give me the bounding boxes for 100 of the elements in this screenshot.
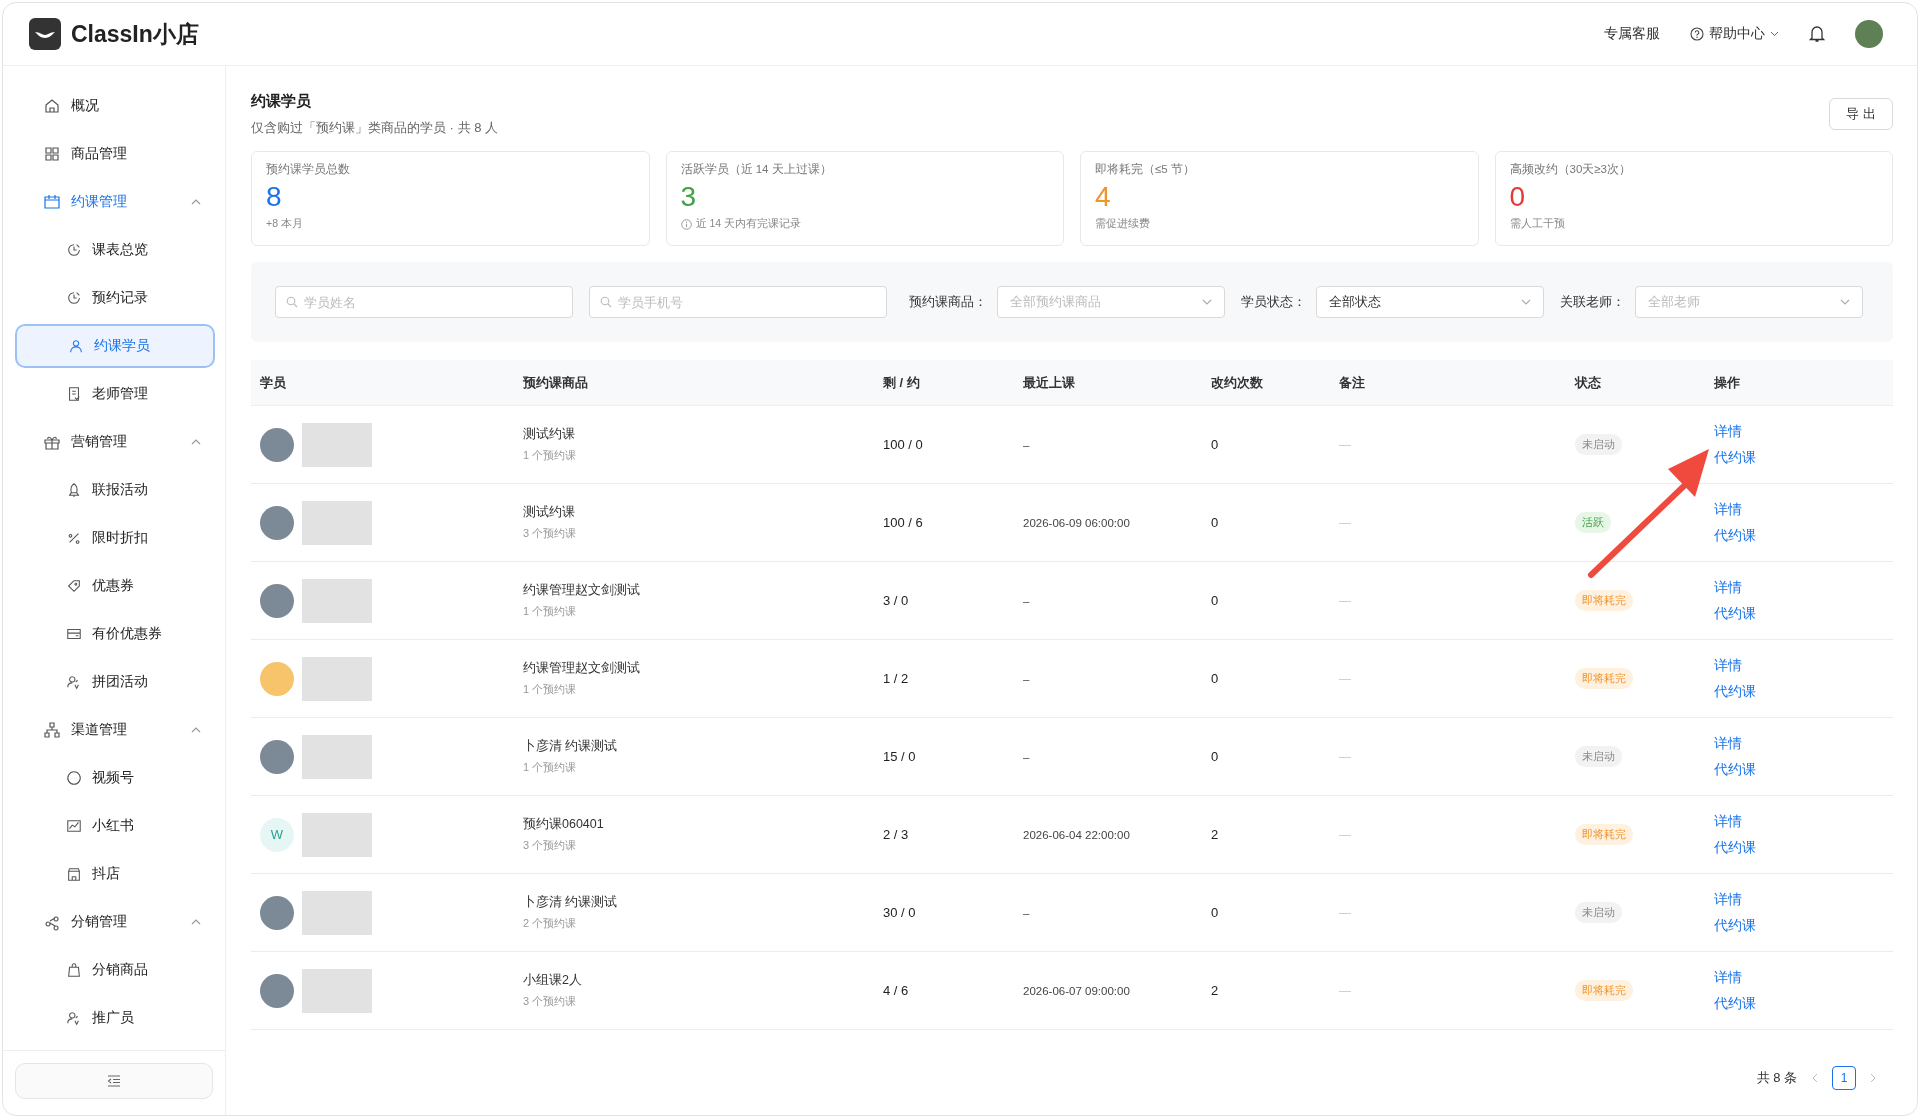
redaction-block — [302, 734, 372, 779]
action-link[interactable]: 详情 — [1714, 578, 1742, 597]
action-link[interactable]: 代约课 — [1714, 448, 1756, 467]
nav-item[interactable]: 预约记录 — [15, 276, 215, 320]
action-link[interactable]: 代约课 — [1714, 916, 1756, 935]
product-name: 预约课060401 — [523, 816, 604, 833]
nav-item[interactable]: 课表总览 — [15, 228, 215, 272]
chevron-down-icon — [1202, 299, 1212, 305]
reschedule-count: 2 — [1211, 983, 1219, 998]
last-class-time: – — [1023, 750, 1030, 763]
bell-icon[interactable] — [1809, 25, 1825, 43]
action-link[interactable]: 代约课 — [1714, 682, 1756, 701]
nav-item[interactable]: 联报活动 — [15, 468, 215, 512]
remark-text: — — [1339, 593, 1351, 608]
chevron-left-icon[interactable] — [1811, 1073, 1818, 1083]
customer-service-link[interactable]: 专属客服 — [1604, 25, 1660, 43]
filter-label: 关联老师： — [1560, 293, 1625, 311]
product-name: 卜彦清 约课测试 — [523, 738, 618, 755]
brand-name: ClassIn小店 — [71, 19, 199, 49]
dropdown-select[interactable]: 全部状态 — [1316, 286, 1544, 318]
reschedule-count: 2 — [1211, 827, 1219, 842]
action-link[interactable]: 详情 — [1714, 812, 1742, 831]
column-header: 操作 — [1713, 373, 1741, 392]
help-center-link[interactable]: 帮助中心 — [1690, 25, 1779, 43]
user-avatar[interactable] — [1855, 20, 1883, 48]
stat-value: 8 — [266, 180, 283, 214]
page-button[interactable]: 1 — [1832, 1066, 1856, 1090]
nav-group[interactable]: 营销管理 — [15, 420, 215, 464]
column-header: 改约次数 — [1210, 373, 1264, 392]
status-tag: 活跃 — [1575, 512, 1611, 533]
nav-item[interactable]: 约课学员 — [15, 324, 215, 368]
remark-text: — — [1339, 515, 1351, 530]
nav-item[interactable]: 抖店 — [15, 852, 215, 896]
action-link[interactable]: 详情 — [1714, 500, 1742, 519]
nav-icon — [66, 866, 82, 882]
nav-item[interactable]: 限时折扣 — [15, 516, 215, 560]
export-button[interactable]: 导 出 — [1829, 98, 1893, 130]
stat-note: 需人工干预 — [1509, 217, 1565, 231]
nav-item[interactable]: 拼团活动 — [15, 660, 215, 704]
action-link[interactable]: 代约课 — [1714, 994, 1756, 1013]
stat-value: 3 — [680, 180, 698, 214]
chevron-right-icon[interactable] — [1870, 1073, 1877, 1083]
stat-value: 4 — [1095, 180, 1112, 214]
remaining-booked: 100 / 0 — [883, 437, 923, 452]
last-class-time: 2026-06-09 06:00:00 — [1023, 516, 1130, 529]
question-circle-icon — [1690, 27, 1704, 41]
reschedule-count: 0 — [1211, 437, 1219, 452]
redaction-block — [302, 968, 372, 1013]
action-link[interactable]: 代约课 — [1714, 838, 1756, 857]
nav-item[interactable]: 分销商品 — [15, 948, 215, 992]
nav-group[interactable]: 渠道管理 — [15, 708, 215, 752]
nav-item[interactable]: 视频号 — [15, 756, 215, 800]
product-count: 3 个预约课 — [523, 526, 577, 541]
nav-icon — [66, 482, 82, 498]
nav-item[interactable]: 优惠券 — [15, 564, 215, 608]
nav-item[interactable]: 商品管理 — [15, 132, 215, 176]
nav-icon — [66, 626, 82, 642]
product-count: 3 个预约课 — [523, 994, 577, 1009]
action-link[interactable]: 代约课 — [1714, 604, 1756, 623]
status-tag: 即将耗完 — [1575, 668, 1633, 689]
product-count: 1 个预约课 — [523, 448, 577, 463]
reschedule-count: 0 — [1211, 749, 1219, 764]
action-link[interactable]: 代约课 — [1714, 526, 1756, 545]
action-link[interactable]: 详情 — [1714, 890, 1742, 909]
status-tag: 未启动 — [1575, 902, 1622, 923]
remaining-booked: 4 / 6 — [883, 983, 909, 998]
nav-item[interactable]: 概况 — [15, 84, 215, 128]
stat-note: +8 本月 — [266, 217, 303, 231]
product-name: 卜彦清 约课测试 — [523, 894, 618, 911]
reschedule-count: 0 — [1211, 671, 1219, 686]
filter-label: 预约课商品： — [909, 293, 987, 311]
redaction-block — [302, 890, 372, 935]
stat-label: 高频改约（30天≥3次） — [1509, 162, 1632, 177]
action-link[interactable]: 详情 — [1714, 734, 1742, 753]
nav-icon — [66, 578, 82, 594]
action-link[interactable]: 详情 — [1714, 656, 1742, 675]
last-class-time: 2026-06-07 09:00:00 — [1023, 984, 1130, 997]
redaction-block — [302, 578, 372, 623]
action-link[interactable]: 详情 — [1714, 968, 1742, 987]
search-field[interactable]: 学员姓名 — [275, 286, 573, 318]
redaction-block — [302, 656, 372, 701]
nav-item[interactable]: 老师管理 — [15, 372, 215, 416]
nav-item[interactable]: 小红书 — [15, 804, 215, 848]
product-count: 1 个预约课 — [523, 760, 577, 775]
search-field[interactable]: 学员手机号 — [589, 286, 887, 318]
remark-text: — — [1339, 827, 1351, 842]
nav-item[interactable]: 有价优惠券 — [15, 612, 215, 656]
nav-icon — [66, 386, 82, 402]
nav-item[interactable]: 推广员 — [15, 996, 215, 1040]
action-link[interactable]: 代约课 — [1714, 760, 1756, 779]
action-link[interactable]: 详情 — [1714, 422, 1742, 441]
avatar-photo-placeholder — [260, 427, 294, 462]
remark-text: — — [1339, 749, 1351, 764]
nav-group[interactable]: 分销管理 — [15, 900, 215, 944]
product-name: 约课管理赵文剑测试 — [523, 582, 640, 599]
product-name: 约课管理赵文剑测试 — [523, 660, 640, 677]
nav-group[interactable]: 约课管理 — [15, 180, 215, 224]
collapse-sidebar-button[interactable] — [15, 1063, 213, 1099]
last-class-time: – — [1023, 906, 1030, 919]
remark-text: — — [1339, 671, 1351, 686]
